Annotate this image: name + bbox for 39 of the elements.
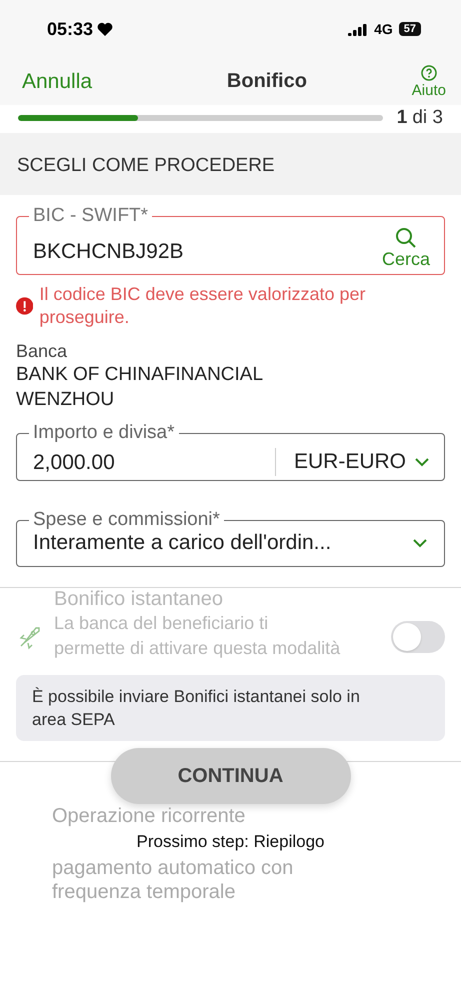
- status-time: 05:33: [47, 18, 94, 40]
- help-icon: [420, 64, 437, 80]
- cancel-button[interactable]: Annulla: [22, 70, 92, 94]
- currency-select[interactable]: EUR-EURO: [274, 448, 430, 476]
- signal-icon: [348, 22, 368, 36]
- bank-name: WENZHOU: [16, 388, 116, 412]
- option-description: frequenza temporale: [51, 880, 236, 904]
- next-step-label: Prossimo step: Riepilogo: [136, 832, 325, 852]
- fees-select[interactable]: Spese e commissioni* Interamente a carico dell'ordin...: [16, 509, 445, 567]
- option-description: La banca del beneficiario ti permette di attivare questa modalità: [54, 612, 341, 660]
- chevron-down-icon: [412, 538, 428, 548]
- step-current: 1: [396, 107, 408, 129]
- screen-title: Bonifico: [226, 70, 307, 93]
- search-button[interactable]: Cerca: [382, 227, 430, 270]
- error-icon: [16, 297, 34, 315]
- option-title: Operazione ricorrente: [51, 804, 246, 828]
- continue-button[interactable]: CONTINUA: [110, 748, 350, 804]
- chevron-down-icon: [414, 457, 430, 467]
- bank-label: Banca: [16, 341, 68, 362]
- info-note: È possibile inviare Bonifici istantanei solo in area SEPA: [16, 675, 445, 741]
- battery-indicator: 57: [398, 22, 421, 36]
- option-description: pagamento automatico con: [51, 856, 294, 880]
- network-label: 4G: [374, 21, 393, 37]
- field-label: Spese e commissioni*: [32, 509, 221, 531]
- select-value: Interamente a carico dell'ordin...: [33, 531, 332, 555]
- error-message: Il codice BIC deve essere valorizzato per proseguire.: [39, 283, 366, 329]
- step-total: di 3: [412, 107, 443, 129]
- field-label: BIC - SWIFT*: [32, 205, 150, 227]
- field-value: BKCHCNBJ92B: [33, 238, 185, 264]
- help-button[interactable]: Aiuto: [412, 64, 446, 98]
- field-value: 2,000.00: [33, 450, 116, 475]
- heart-icon: [97, 22, 114, 36]
- amount-field[interactable]: Importo e divisa* 2,000.00 EUR-EURO: [16, 422, 445, 481]
- search-icon: [394, 227, 417, 249]
- field-label: Importo e divisa*: [32, 422, 176, 444]
- option-title: Bonifico istantaneo: [54, 588, 224, 611]
- bic-field[interactable]: BIC - SWIFT* BKCHCNBJ92B Cerca: [16, 205, 445, 275]
- section-title: SCEGLI COME PROCEDERE: [0, 133, 461, 195]
- bank-name: BANK OF CHINAFINANCIAL: [16, 363, 264, 387]
